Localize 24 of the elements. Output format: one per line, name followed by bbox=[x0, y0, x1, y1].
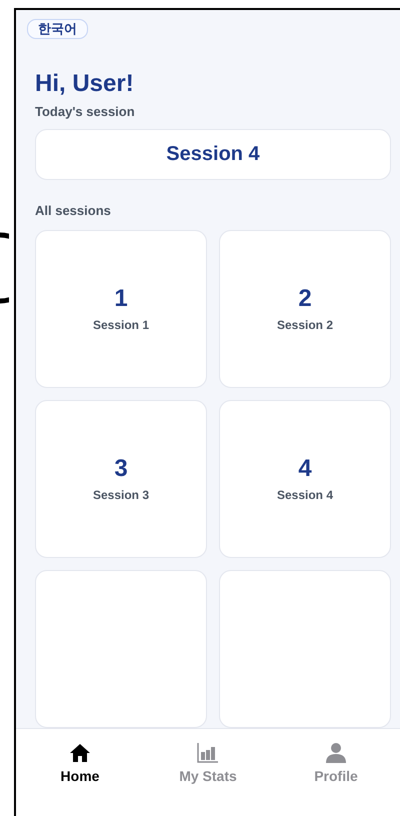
session-name: Session 1 bbox=[92, 318, 150, 332]
section-label: Today's session bbox=[35, 103, 136, 121]
session-number: 3 bbox=[114, 456, 128, 482]
arc-drawing bbox=[0, 232, 9, 304]
session-card[interactable]: 4 Session 4 bbox=[219, 400, 391, 558]
home-icon bbox=[69, 743, 91, 763]
greeting-title: Hi, User! bbox=[35, 69, 135, 99]
person-icon bbox=[325, 743, 347, 763]
session-card[interactable]: 3 Session 3 bbox=[35, 400, 207, 558]
language-button[interactable]: 한국어 bbox=[27, 19, 88, 39]
session-card[interactable]: 1 Session 1 bbox=[35, 230, 207, 388]
nav-tab[interactable]: Home bbox=[35, 743, 125, 791]
session-number: 4 bbox=[298, 456, 312, 482]
today-session-card[interactable]: Session 4 bbox=[35, 129, 391, 180]
session-name: Session 3 bbox=[92, 488, 150, 502]
bar-chart-icon bbox=[197, 743, 219, 763]
session-card[interactable]: 2 Session 2 bbox=[219, 230, 391, 388]
section-label: All sessions bbox=[35, 202, 112, 220]
session-number: 1 bbox=[114, 286, 128, 312]
session-card[interactable] bbox=[219, 570, 391, 728]
session-card[interactable] bbox=[35, 570, 207, 728]
session-name: Session 2 bbox=[276, 318, 334, 332]
session-number: 2 bbox=[298, 286, 312, 312]
session-name: Session 4 bbox=[276, 488, 334, 502]
